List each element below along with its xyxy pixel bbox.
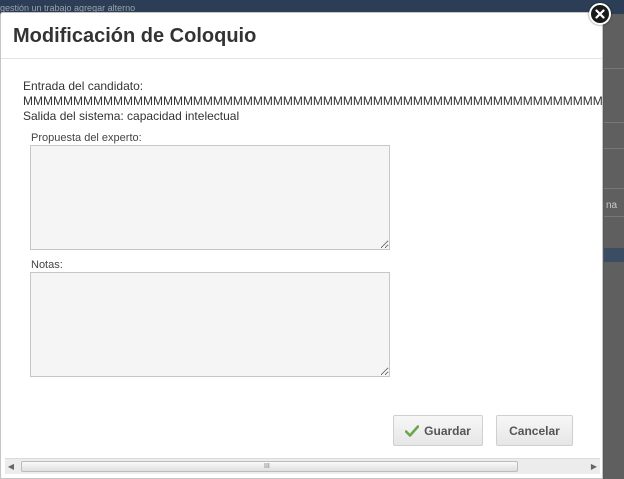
background-row-text: na	[606, 200, 618, 211]
save-button[interactable]: Guardar	[393, 415, 483, 446]
cancel-button[interactable]: Cancelar	[496, 415, 573, 446]
dialog-header: Modificación de Coloquio	[1, 13, 602, 59]
notes-label: Notas:	[31, 259, 63, 271]
system-output: Salida del sistema: capacidad intelectua…	[23, 109, 240, 123]
save-button-label: Guardar	[424, 423, 471, 438]
background-strip	[604, 248, 624, 262]
background-divider	[604, 148, 624, 149]
background-divider	[604, 122, 624, 123]
coloquio-dialog: Modificación de Coloquio Entrada del can…	[0, 12, 603, 479]
horizontal-scrollbar[interactable]: ◀ III ▶	[5, 458, 600, 474]
scrollbar-grip: III	[264, 463, 270, 470]
background-divider	[604, 188, 624, 189]
notes-textarea[interactable]	[30, 272, 390, 377]
expert-proposal-label: Propuesta del experto:	[31, 132, 142, 144]
cancel-button-label: Cancelar	[509, 423, 560, 438]
background-divider	[604, 216, 624, 217]
candidate-input-label: Entrada del candidato:	[23, 79, 144, 93]
scroll-right-arrow-icon[interactable]: ▶	[588, 461, 600, 473]
dialog-content: Entrada del candidato: MMMMMMMMMMMMMMMMM…	[1, 59, 602, 457]
expert-proposal-textarea[interactable]	[30, 145, 390, 250]
background-divider	[604, 68, 624, 69]
check-icon	[405, 424, 420, 437]
background-panel	[604, 14, 624, 479]
dialog-title: Modificación de Coloquio	[13, 25, 257, 47]
candidate-input-value: MMMMMMMMMMMMMMMMMMMMMMMMMMMMMMMMMMMMMMMM…	[23, 94, 602, 108]
close-icon	[595, 9, 605, 19]
scroll-left-arrow-icon[interactable]: ◀	[5, 461, 17, 473]
close-button[interactable]	[589, 3, 611, 25]
scrollbar-thumb[interactable]: III	[21, 461, 518, 472]
